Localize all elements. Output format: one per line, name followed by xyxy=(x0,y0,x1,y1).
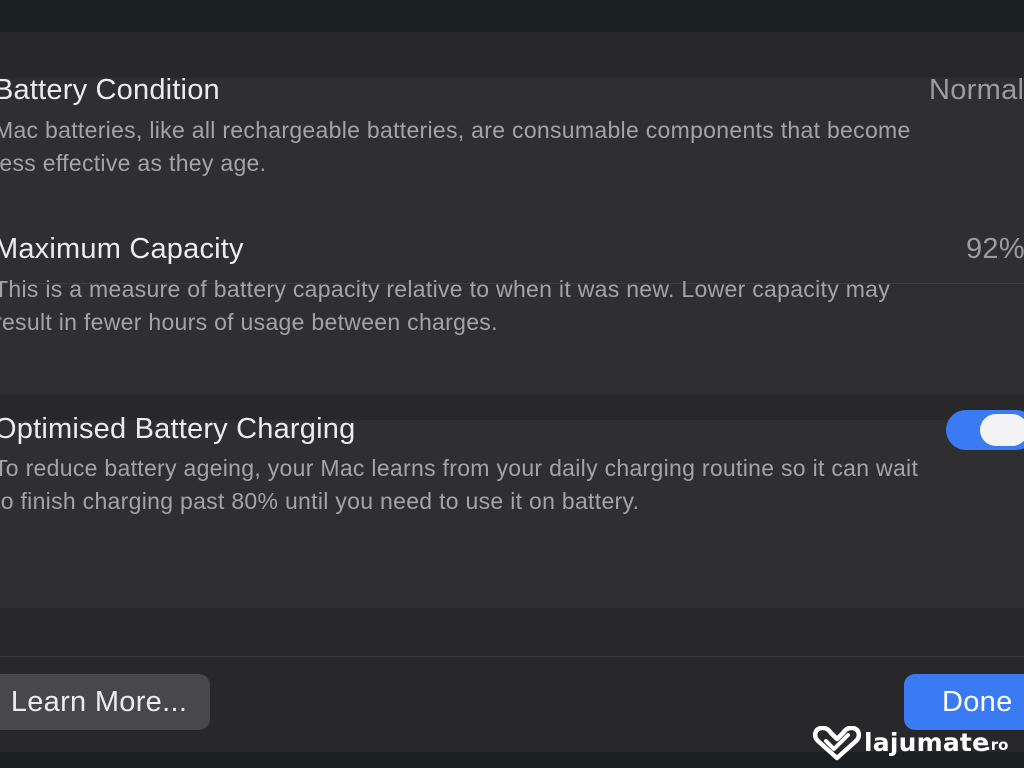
heart-handshake-icon xyxy=(812,726,862,761)
window-top-strip xyxy=(0,0,1024,32)
battery-condition-description: Mac batteries, like all rechargeable bat… xyxy=(0,117,911,176)
watermark-name: lajumate xyxy=(864,728,990,757)
optimised-charging-toggle[interactable] xyxy=(946,410,1024,450)
battery-condition-title: Battery Condition xyxy=(0,74,220,106)
done-button[interactable]: Done xyxy=(904,674,1024,730)
maximum-capacity-description: This is a measure of battery capacity re… xyxy=(0,276,891,335)
watermark-tld: .ro xyxy=(985,736,1009,754)
toggle-knob xyxy=(980,414,1024,446)
optimised-charging-description: To reduce battery ageing, your Mac learn… xyxy=(0,455,919,514)
learn-more-button[interactable]: Learn More... xyxy=(0,674,210,730)
battery-condition-value: Normal xyxy=(929,74,1024,106)
maximum-capacity-value: 92% xyxy=(966,233,1024,265)
footer-divider xyxy=(0,656,1024,657)
optimised-charging-title: Optimised Battery Charging xyxy=(0,413,356,445)
maximum-capacity-title: Maximum Capacity xyxy=(0,233,244,265)
